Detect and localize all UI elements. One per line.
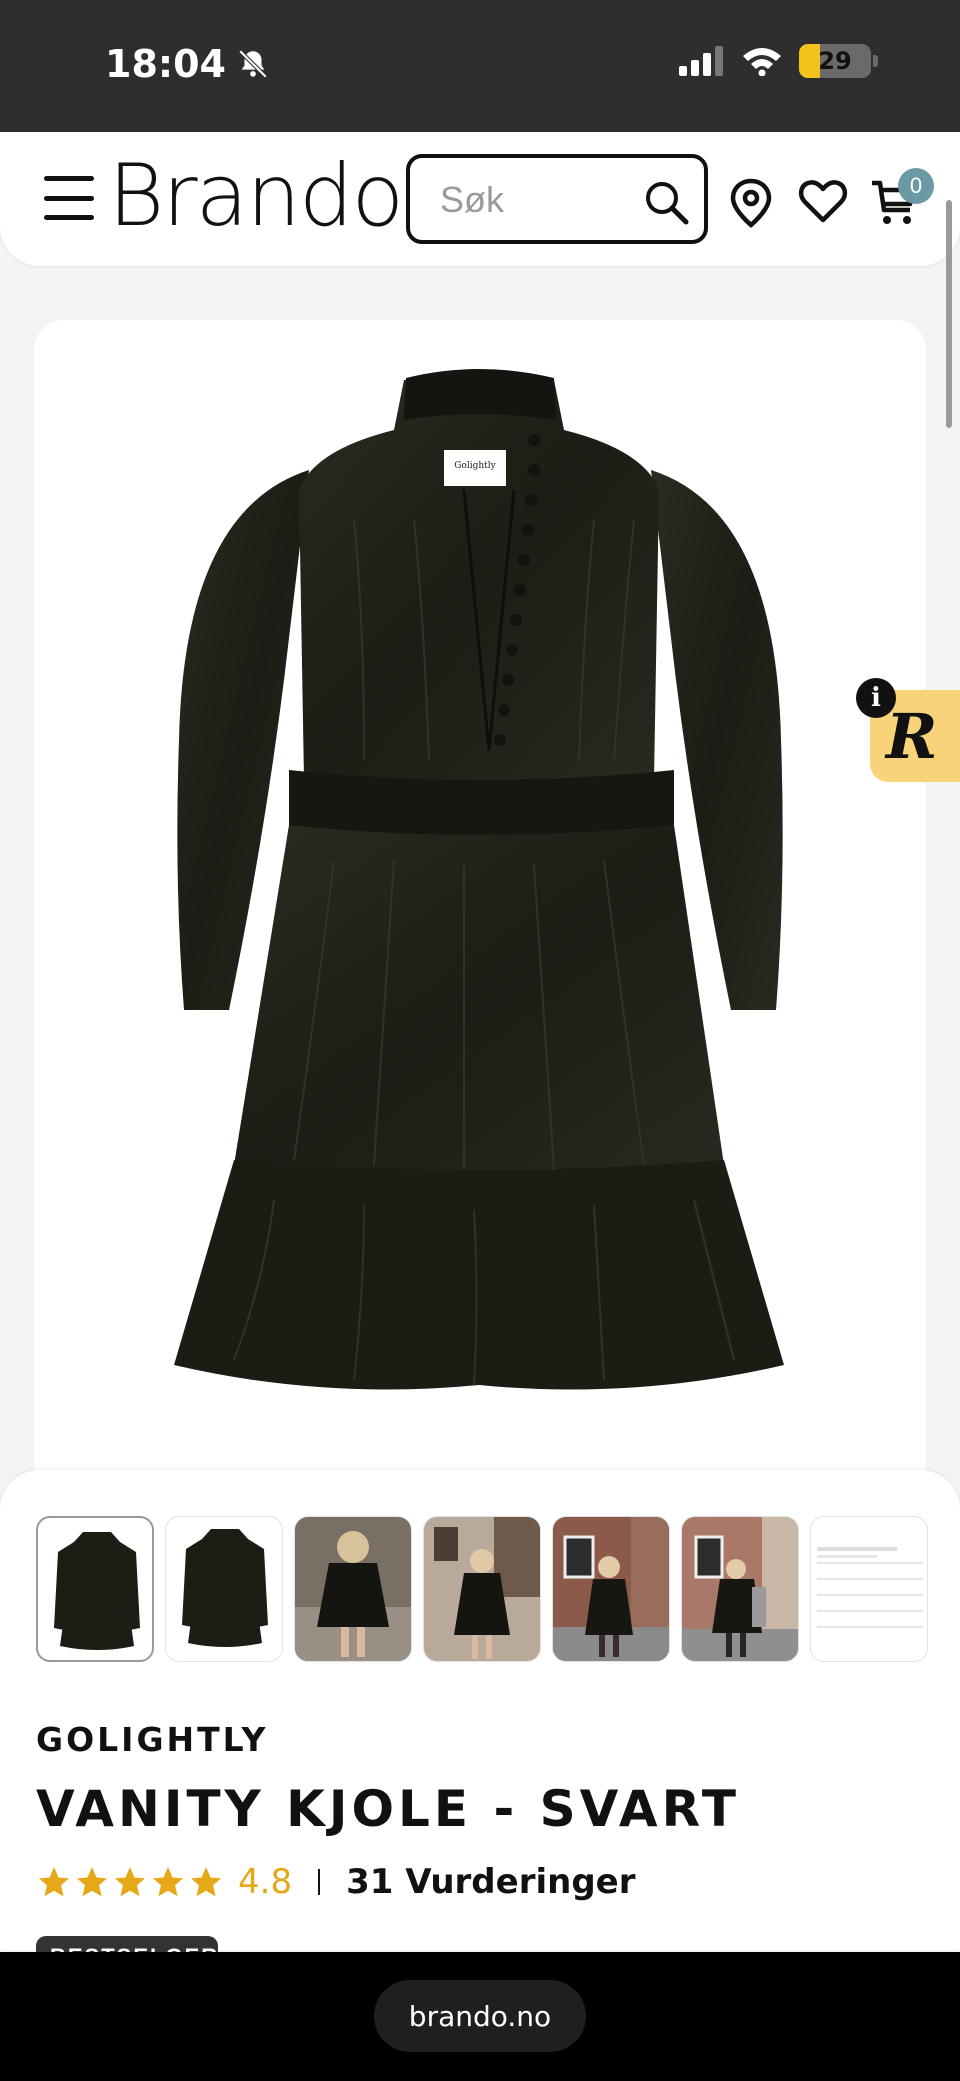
status-bar: 18:04 29 bbox=[0, 0, 960, 132]
menu-icon[interactable] bbox=[44, 176, 94, 220]
model-photo-1-thumb[interactable] bbox=[294, 1516, 412, 1662]
browser-bottom-bar: brando.no bbox=[0, 1952, 960, 2081]
rating-divider bbox=[318, 1869, 321, 1895]
size-chart-thumb[interactable] bbox=[810, 1516, 928, 1662]
search-input[interactable] bbox=[440, 176, 640, 224]
site-header: Brando bbox=[0, 132, 960, 266]
star-icon bbox=[77, 1867, 107, 1897]
battery-icon: 29 bbox=[799, 44, 871, 78]
model-photo-4-thumb[interactable] bbox=[681, 1516, 799, 1662]
address-bar[interactable]: brando.no bbox=[374, 1980, 586, 2052]
location-pin-icon[interactable] bbox=[728, 178, 774, 228]
bell-muted-icon bbox=[238, 49, 268, 79]
status-indicators: 29 bbox=[679, 44, 878, 78]
product-main-image[interactable]: Golightly bbox=[34, 320, 926, 1500]
battery-tip bbox=[873, 55, 878, 67]
star-rating bbox=[36, 1864, 224, 1900]
black-dress-image: Golightly bbox=[174, 369, 784, 1390]
product-title: VANITY KJOLE - SVART bbox=[36, 1780, 740, 1838]
wifi-icon bbox=[743, 48, 781, 76]
product-info-sheet: GOLIGHTLY VANITY KJOLE - SVART 4.8 31 Vu… bbox=[0, 1470, 960, 1980]
cellular-signal-icon bbox=[679, 46, 723, 76]
model-photo-2-thumb[interactable] bbox=[423, 1516, 541, 1662]
search-icon[interactable] bbox=[642, 178, 690, 226]
thumbnail-strip[interactable] bbox=[36, 1516, 928, 1662]
battery-level: 29 bbox=[818, 47, 852, 75]
search-box[interactable] bbox=[406, 154, 708, 244]
heart-icon[interactable] bbox=[798, 178, 848, 224]
page-scrollbar[interactable] bbox=[946, 200, 952, 428]
rating-value: 4.8 bbox=[238, 1862, 293, 1902]
star-icon bbox=[39, 1867, 69, 1897]
review-count-link[interactable]: 31 Vurderinger bbox=[346, 1862, 635, 1902]
cart-count-badge: 0 bbox=[898, 168, 934, 204]
product-rating[interactable]: 4.8 31 Vurderinger bbox=[36, 1862, 636, 1902]
brand-logo[interactable]: Brando bbox=[108, 146, 404, 246]
star-icon bbox=[191, 1867, 221, 1897]
star-icon bbox=[115, 1867, 145, 1897]
model-photo-3-thumb[interactable] bbox=[552, 1516, 670, 1662]
clock: 18:04 bbox=[105, 42, 226, 86]
svg-text:Golightly: Golightly bbox=[454, 461, 496, 471]
status-time: 18:04 bbox=[105, 42, 270, 86]
dress-back-thumb[interactable] bbox=[165, 1516, 283, 1662]
dress-front-thumb[interactable] bbox=[36, 1516, 154, 1662]
star-icon bbox=[153, 1867, 183, 1897]
chat-widget-logo: R bbox=[886, 700, 938, 773]
product-brand[interactable]: GOLIGHTLY bbox=[36, 1720, 268, 1759]
info-icon[interactable]: i bbox=[856, 678, 896, 718]
